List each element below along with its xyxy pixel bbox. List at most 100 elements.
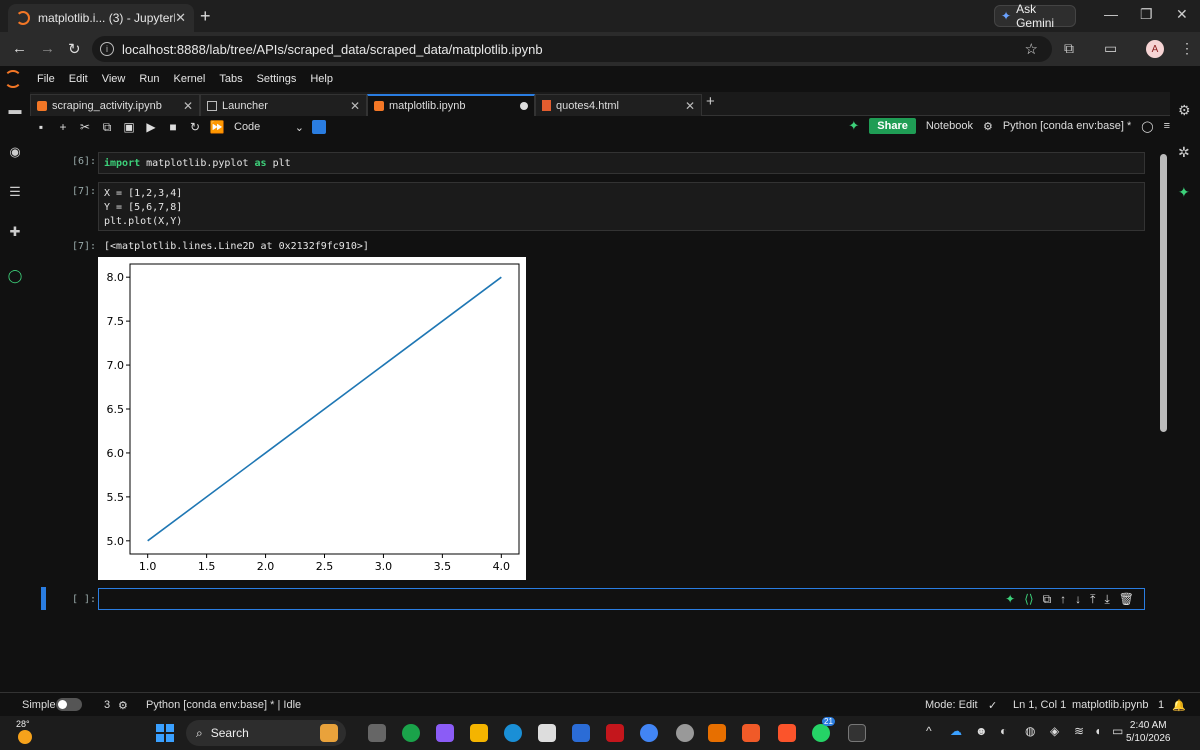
copilot-icon[interactable] [436,724,454,742]
doc-tab-scraping[interactable]: scraping_activity.ipynb ✕ [30,94,200,116]
url-field[interactable]: i localhost:8888/lab/tree/APIs/scraped_d… [92,36,1052,62]
close-window-icon[interactable]: ✕ [1176,6,1188,23]
insert-below-icon[interactable]: ⤓ [1104,592,1109,607]
toc-icon[interactable]: ☰ [6,184,24,202]
chatgpt-icon[interactable] [676,724,694,742]
close-icon[interactable]: ✕ [685,99,695,113]
forward-icon[interactable]: → [40,40,55,57]
cut-icon[interactable]: ✂ [74,120,96,134]
doc-tab-matplotlib[interactable]: matplotlib.ipynb [367,94,535,116]
simple-mode-toggle[interactable] [56,698,82,711]
new-launcher-button[interactable]: + [706,93,715,110]
delete-icon[interactable]: 🗑 [1119,592,1134,607]
sparkle-icon[interactable]: ✦ [1178,184,1190,201]
back-icon[interactable]: ← [12,40,27,57]
close-tab-icon[interactable]: ✕ [175,10,186,26]
java-icon[interactable] [708,724,726,742]
app-ring-icon[interactable] [402,724,420,742]
browser-tab[interactable]: matplotlib.i... (3) - JupyterLab ✕ [8,4,194,32]
terminal-count[interactable]: 3 [104,699,110,711]
tray-app-icon[interactable]: ☻ [975,724,988,738]
mcafee-icon[interactable] [606,724,624,742]
kernel-status[interactable]: Python [conda env:base] * | Idle [146,699,301,711]
share-button[interactable]: Share [869,118,916,134]
running-icon[interactable]: ◉ [6,144,24,162]
app-icon[interactable] [572,724,590,742]
ai-sparkle-icon[interactable]: ✦ [848,118,859,134]
ai-sparkle-icon[interactable]: ✦ [1005,592,1015,607]
restart-icon[interactable]: ↻ [184,120,206,134]
duplicate-icon[interactable]: ⧉ [1043,592,1052,607]
temperature[interactable]: 28° [16,719,30,729]
settings-gear-icon[interactable]: ⚙ [983,120,993,133]
menu-file[interactable]: File [30,73,62,85]
doc-tab-quotes[interactable]: quotes4.html ✕ [535,94,702,116]
file-explorer-icon[interactable] [470,724,488,742]
paste-icon[interactable]: ▣ [118,120,140,134]
system-clock[interactable]: 2:40 AM 5/10/2026 [1126,719,1171,745]
task-view-icon[interactable] [368,724,386,742]
menu-run[interactable]: Run [132,73,166,85]
tray-app-icon[interactable]: ◍ [1025,724,1035,738]
doc-tab-launcher[interactable]: Launcher ✕ [200,94,367,116]
battery-icon[interactable]: ▭ [1112,724,1123,738]
menu-edit[interactable]: Edit [62,73,95,85]
menu-help[interactable]: Help [303,73,340,85]
notification-count[interactable]: 1 [1158,699,1164,711]
volume-icon[interactable]: ◖ [1094,724,1101,738]
close-icon[interactable]: ✕ [183,99,193,113]
scrollbar-thumb[interactable] [1160,154,1167,432]
whatsapp-icon[interactable]: 21 [812,717,835,742]
terminal-icon[interactable] [848,724,866,742]
folder-icon[interactable]: ▬ [6,102,24,120]
add-cell-icon[interactable]: + [52,120,74,134]
site-info-icon[interactable]: i [100,42,114,56]
menu-icon[interactable]: ≡ [1164,120,1170,132]
move-down-icon[interactable]: ↓ [1075,592,1081,607]
bell-icon[interactable]: 🔔 [1172,699,1186,712]
restore-icon[interactable]: ❐ [1140,6,1153,23]
notebook-view-button[interactable]: Notebook [926,120,973,132]
debugger-icon[interactable]: ✲ [1178,144,1190,161]
unsaved-dot-icon[interactable] [520,102,528,110]
kernel-name[interactable]: Python [conda env:base] * [1003,120,1131,132]
code-cell[interactable]: X = [1,2,3,4] Y = [5,6,7,8] plt.plot(X,Y… [98,182,1145,231]
active-code-cell[interactable]: ✦ ⟨⟩ ⧉ ↑ ↓ ⤒ ⤓ 🗑 [98,588,1145,610]
menu-tabs[interactable]: Tabs [212,73,249,85]
onedrive-icon[interactable]: ☁ [950,724,962,738]
menu-settings[interactable]: Settings [250,73,304,85]
property-inspector-icon[interactable]: ⚙ [1178,102,1191,119]
chrome-icon[interactable] [640,724,658,742]
weather-icon[interactable] [18,730,32,744]
save-icon[interactable]: ▪ [30,120,52,134]
store-icon[interactable] [538,724,556,742]
widgets-icon[interactable] [320,724,338,742]
menu-kernel[interactable]: Kernel [167,73,213,85]
ai-assistant-icon[interactable]: ◯ [6,268,24,286]
extensions-icon[interactable]: ⧉ [1064,40,1074,57]
profile-avatar[interactable]: A [1146,40,1164,58]
run-icon[interactable]: ▶ [140,120,162,134]
copy-icon[interactable]: ⧉ [96,120,118,135]
minimize-icon[interactable]: — [1104,6,1118,22]
cell-type-select[interactable]: Code ⌄ [234,121,304,134]
run-all-icon[interactable]: ⏩ [206,120,228,134]
app-icon[interactable] [742,724,760,742]
start-button[interactable] [156,724,174,742]
tray-chevron-icon[interactable]: ^ [926,724,932,738]
extension-icon[interactable]: ✚ [6,224,24,242]
new-tab-button[interactable]: + [200,6,211,27]
cursor-position[interactable]: Ln 1, Col 1 [1013,699,1066,711]
close-icon[interactable]: ✕ [350,99,360,113]
reload-icon[interactable]: ↻ [68,40,81,58]
edge-icon[interactable] [504,724,522,742]
sidebar-icon[interactable]: ▭ [1104,40,1117,57]
move-up-icon[interactable]: ↑ [1060,592,1066,607]
browser-menu-icon[interactable]: ⋮ [1180,40,1194,57]
tray-app-icon[interactable]: ◈ [1050,724,1059,738]
kernel-gear-icon[interactable]: ⚙ [118,699,128,712]
brave-icon[interactable] [778,724,796,742]
insert-above-icon[interactable]: ⤒ [1090,592,1095,607]
tray-app-icon[interactable]: ◐ [1000,724,1007,738]
code-cell[interactable]: import matplotlib.pyplot as plt [98,152,1145,174]
